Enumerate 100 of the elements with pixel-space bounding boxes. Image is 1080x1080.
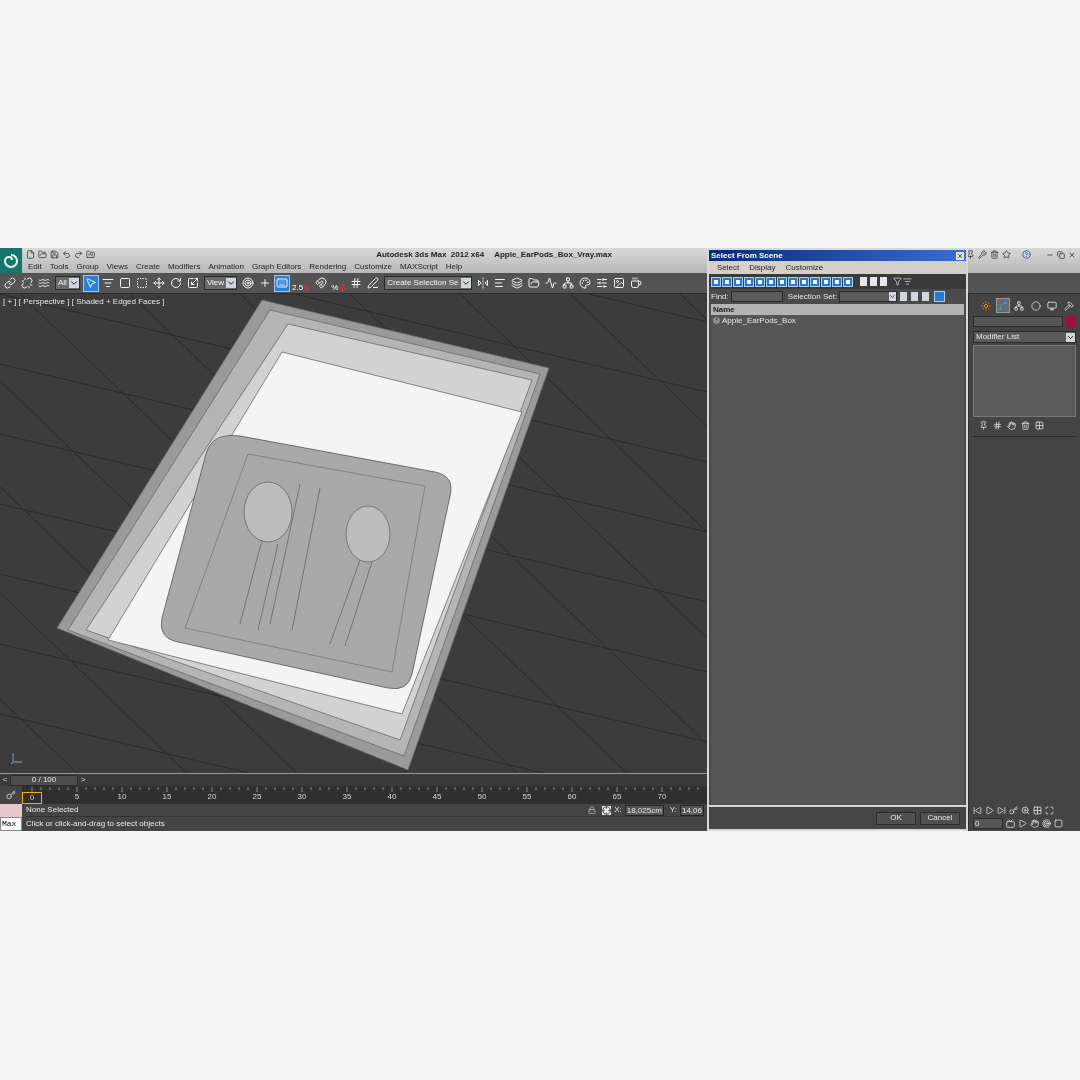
x-field[interactable]: 18,025cm (624, 804, 664, 816)
dialog-button[interactable]: OK (876, 811, 916, 825)
menu-item[interactable]: Edit (28, 263, 42, 271)
filter-toggle[interactable] (799, 276, 809, 287)
target-icon[interactable] (1042, 819, 1051, 828)
menu-item[interactable]: Graph Editors (251, 263, 302, 271)
hash-icon[interactable] (993, 421, 1002, 430)
filter-toggle[interactable] (711, 276, 721, 287)
filter-toggle[interactable] (810, 276, 820, 287)
listener-swatch[interactable] (0, 804, 22, 817)
square-icon[interactable] (1054, 819, 1063, 828)
hand-icon[interactable] (1007, 421, 1016, 430)
filter-icon[interactable] (893, 277, 902, 286)
filter-toggle[interactable] (744, 276, 754, 287)
grid-icon[interactable] (1033, 806, 1042, 815)
lock-icon[interactable] (588, 806, 597, 814)
dropdown[interactable]: View (203, 276, 238, 290)
maximize-icon[interactable] (1045, 806, 1054, 815)
object-row[interactable]: Apple_EarPods_Box (711, 315, 964, 326)
pin-icon[interactable] (966, 250, 975, 259)
color-swatch[interactable] (1066, 316, 1076, 327)
menu-item[interactable]: Animation (208, 263, 244, 271)
panel-tab[interactable] (1012, 298, 1027, 313)
key-icon[interactable] (1009, 806, 1018, 815)
toolbar-button[interactable] (19, 274, 35, 292)
dropdown[interactable]: Create Selection Se (384, 276, 472, 290)
filter-toggle[interactable] (843, 276, 853, 287)
zoom-icon[interactable] (1021, 806, 1030, 815)
close-icon[interactable] (956, 251, 964, 260)
skip-back-icon[interactable] (973, 806, 982, 815)
skip-forward-icon[interactable] (997, 806, 1006, 815)
list-filter-icon[interactable] (903, 277, 912, 286)
panel-tab[interactable] (1028, 298, 1043, 313)
project-folder-icon[interactable] (86, 250, 95, 259)
play-icon[interactable] (1018, 819, 1027, 828)
save-icon[interactable] (50, 250, 59, 259)
name-field[interactable] (973, 316, 1063, 327)
toggle-button[interactable] (934, 291, 946, 302)
filter-toggle[interactable] (821, 276, 831, 287)
filter-toggle[interactable] (722, 276, 732, 287)
dialog-button[interactable]: Cancel (920, 811, 960, 825)
screen-icon[interactable] (1006, 819, 1015, 828)
modifier-list-dropdown[interactable]: Modifier List (973, 331, 1076, 343)
hand-icon[interactable] (1030, 819, 1039, 828)
pin-icon[interactable] (979, 421, 988, 430)
file-icon[interactable] (26, 250, 35, 259)
menu-item[interactable]: Customize (354, 263, 393, 271)
menu-item[interactable]: Customize (785, 263, 824, 272)
panel-tab[interactable] (995, 298, 1010, 313)
key-icon[interactable] (6, 790, 16, 800)
close-icon[interactable] (1068, 250, 1076, 259)
wrench-icon[interactable] (978, 250, 987, 259)
menu-item[interactable]: MAXScript (400, 263, 438, 271)
toolbar-button[interactable] (313, 274, 330, 292)
menu-item[interactable]: Rendering (309, 263, 347, 271)
menu-item[interactable]: Modifiers (167, 263, 201, 271)
folder-icon[interactable] (38, 250, 47, 259)
toolbar-button[interactable] (559, 274, 576, 292)
viewport-label[interactable]: [ + ] [ Perspective ] [ Shaded + Edged Faces ] (3, 296, 165, 308)
play-icon[interactable] (985, 806, 994, 815)
redo-icon[interactable] (74, 250, 83, 259)
menu-item[interactable]: Views (106, 263, 128, 271)
menu-item[interactable]: Display (749, 263, 776, 272)
track-bar[interactable]: 0 5 10 15 20 25 30 35 40 45 50 55 60 65 70 (22, 786, 707, 804)
filter-toggle[interactable] (766, 276, 776, 287)
undo-icon[interactable] (62, 250, 71, 259)
toolbar-button[interactable] (508, 274, 525, 292)
help-icon[interactable] (1022, 250, 1031, 259)
filter-toggle[interactable] (832, 276, 842, 287)
filter-toggle[interactable] (788, 276, 798, 287)
menu-item[interactable]: Create (135, 263, 160, 271)
previous-frame-button[interactable]: < (0, 774, 10, 786)
app-menu-button[interactable] (0, 248, 22, 273)
toolbar-button[interactable] (2, 274, 18, 292)
toolbar-button[interactable] (240, 274, 257, 292)
filter-toggle[interactable] (777, 276, 787, 287)
grid-icon[interactable] (1035, 421, 1044, 430)
star-icon[interactable] (1002, 250, 1011, 259)
filter-toggle[interactable] (733, 276, 743, 287)
filter-toggle[interactable] (755, 276, 765, 287)
menu-item[interactable]: Select (717, 263, 740, 272)
selection-set-dropdown[interactable] (839, 291, 898, 302)
dropdown[interactable]: All (55, 276, 80, 290)
snap-button[interactable]: 2.5 (291, 274, 313, 292)
menu-item[interactable]: Tools (49, 263, 69, 271)
find-field[interactable] (730, 291, 783, 302)
toolbar-button[interactable] (365, 274, 382, 292)
listener-field[interactable]: Max (0, 817, 22, 831)
restore-icon[interactable] (1057, 250, 1065, 259)
toolbar-button[interactable] (576, 274, 593, 292)
y-field[interactable]: 14,06 (679, 804, 704, 816)
toolbar-button[interactable] (274, 274, 291, 292)
menu-item[interactable]: Group (76, 263, 99, 271)
toolbar-button[interactable] (82, 274, 99, 292)
column-header[interactable]: Name (711, 304, 964, 315)
crosshair-icon[interactable] (602, 805, 612, 815)
panel-tab[interactable] (979, 298, 994, 313)
trash-icon[interactable] (990, 250, 999, 259)
snap-button[interactable]: % (330, 274, 348, 292)
menu-item[interactable]: Help (445, 263, 463, 271)
